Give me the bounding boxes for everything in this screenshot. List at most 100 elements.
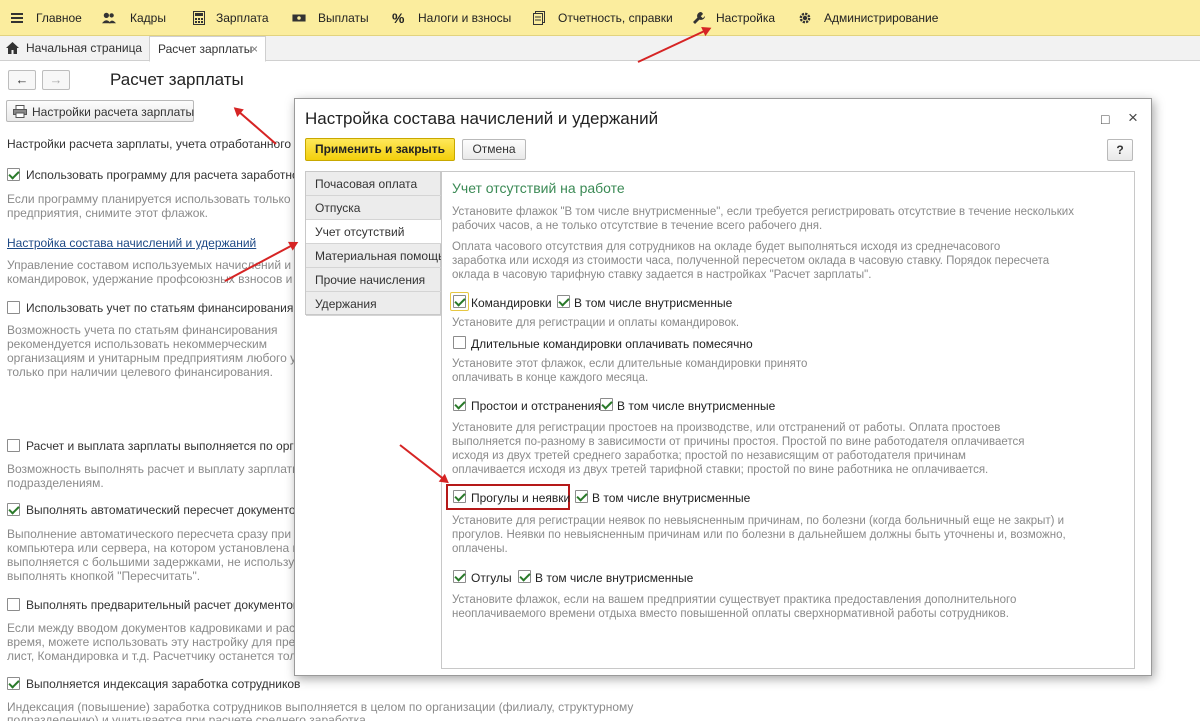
long-trips-label: Длительные командировки оплачивать помес…: [471, 337, 753, 351]
back-button[interactable]: ←: [8, 70, 36, 90]
by-divisions-checkbox[interactable]: [7, 439, 20, 452]
pay-note: заработка или исходя из стоимости часа, …: [452, 255, 1050, 267]
menu-label: Кадры: [130, 11, 166, 25]
tab-hourly-pay[interactable]: Почасовая оплата: [306, 172, 442, 196]
forward-arrow-icon: →: [49, 72, 63, 87]
apply-close-button[interactable]: Применить и закрыть: [305, 138, 455, 161]
trips-intra-checkbox[interactable]: [557, 295, 570, 308]
close-tab-icon[interactable]: ×: [251, 37, 258, 62]
composition-settings-link[interactable]: Настройка состава начислений и удержаний: [7, 236, 294, 250]
idle-hint: исходя из двух третей среднего заработка…: [452, 450, 966, 462]
absence-label: Прогулы и неявки: [471, 491, 571, 505]
use-program-checkbox[interactable]: [7, 168, 20, 181]
percent-icon: %: [392, 10, 405, 26]
idle-intra-label: В том числе внутрисменные: [617, 399, 776, 413]
financing-hint: только при наличии целевого финансирован…: [7, 365, 273, 379]
main-menu-bar: Главное Кадры Зарплата Выплаты % Налоги …: [0, 0, 1200, 36]
idle-hint: Установите для регистрации простоев на п…: [452, 422, 1001, 434]
dialog-title: Настройка состава начислений и удержаний: [305, 109, 659, 128]
wrench-icon: [693, 12, 705, 24]
tab-salary-calc[interactable]: Расчет зарплаты ×: [149, 36, 266, 62]
cancel-button[interactable]: Отмена: [462, 139, 526, 160]
composition-hint: командировок, удержание профсоюзных взно…: [7, 272, 294, 286]
prelim-calc-hint: Если между вводом документов кадровиками…: [7, 621, 294, 635]
panel-title: Учет отсутствий на работе: [452, 180, 625, 196]
dialog-section-tabs: Почасовая оплата Отпуска Учет отсутствий…: [305, 171, 444, 316]
back-arrow-icon: ←: [15, 72, 29, 87]
intro-text: Настройки расчета зарплаты, учета отрабо…: [7, 137, 294, 151]
use-program-label: Использовать программу для расчета зараб…: [26, 168, 294, 182]
financing-label: Использовать учет по статьям финансирова…: [26, 301, 294, 315]
pay-note: оклада в часовую тарифную ставку задаетс…: [452, 269, 872, 281]
menu-label: Настройка: [716, 11, 776, 25]
trips-hint: Установите для регистрации и оплаты кома…: [452, 317, 740, 329]
hamburger-icon: [11, 13, 23, 23]
use-program-hint: Если программу планируется использовать …: [7, 192, 294, 206]
forward-button[interactable]: →: [42, 70, 70, 90]
indexation-checkbox[interactable]: [7, 677, 20, 690]
gear-icon: [799, 12, 811, 24]
auto-recalc-hint: Выполнение автоматического пересчета сра…: [7, 527, 294, 541]
idle-checkbox[interactable]: [453, 398, 466, 411]
panel-intro: рабочих часов, а не только отсутствие в …: [452, 220, 823, 232]
indexation-label: Выполняется индексация заработка сотрудн…: [26, 677, 301, 691]
menu-label: Администрирование: [824, 11, 939, 25]
salary-settings-button[interactable]: Настройки расчета зарплаты: [6, 100, 194, 122]
timeoff-label: Отгулы: [471, 571, 512, 585]
prelim-calc-hint: время, можете использовать эту настройку…: [7, 635, 294, 649]
timeoff-intra-checkbox[interactable]: [518, 570, 531, 583]
people-icon: [102, 12, 116, 24]
help-button[interactable]: ?: [1107, 139, 1133, 161]
tab-other-accruals[interactable]: Прочие начисления: [306, 268, 442, 292]
by-divisions-hint: Возможность выполнять расчет и выплату з…: [7, 462, 294, 476]
pay-note: Оплата часового отсутствия для сотрудник…: [452, 241, 1001, 253]
long-trips-hint: Установите этот флажок, если длительные …: [452, 358, 808, 370]
financing-hint: Возможность учета по статьям финансирова…: [7, 323, 278, 337]
absences-panel: Учет отсутствий на работе Установите фла…: [441, 171, 1135, 669]
timeoff-hint: Установите флажок, если на вашем предпри…: [452, 594, 1017, 606]
idle-hint: выполняется по-разному в зависимости от …: [452, 436, 1025, 448]
trips-intra-label: В том числе внутрисменные: [574, 296, 733, 310]
absence-hint: оплачены.: [452, 543, 508, 555]
auto-recalc-label: Выполнять автоматический пересчет докуме…: [26, 503, 294, 517]
idle-intra-checkbox[interactable]: [600, 398, 613, 411]
prelim-calc-label: Выполнять предварительный расчет докумен…: [26, 598, 294, 612]
tab-absences[interactable]: Учет отсутствий: [306, 220, 443, 244]
tab-current-label: Расчет зарплаты: [158, 42, 253, 56]
financing-hint: организациям и унитарным предприятиям лю…: [7, 351, 294, 365]
menu-label: Зарплата: [216, 11, 269, 25]
prelim-calc-checkbox[interactable]: [7, 598, 20, 611]
by-divisions-hint: подразделениям.: [7, 476, 104, 490]
timeoff-hint: неоплачиваемого времени отдыха вместо по…: [452, 608, 1009, 620]
tab-material-aid[interactable]: Материальная помощь: [306, 244, 444, 268]
calculator-icon: [193, 11, 205, 25]
auto-recalc-checkbox[interactable]: [7, 503, 20, 516]
financing-checkbox[interactable]: [7, 301, 20, 314]
menu-label: Налоги и взносы: [418, 11, 512, 25]
money-icon: [292, 14, 306, 22]
home-icon: [6, 42, 19, 54]
trips-checkbox[interactable]: [453, 295, 466, 308]
timeoff-checkbox[interactable]: [453, 570, 466, 583]
by-divisions-label: Расчет и выплата зарплаты выполняется по…: [26, 439, 294, 453]
close-dialog-icon[interactable]: ×: [1128, 108, 1138, 128]
page-title: Расчет зарплаты: [110, 70, 244, 89]
absence-intra-checkbox[interactable]: [575, 490, 588, 503]
tab-vacations[interactable]: Отпуска: [306, 196, 442, 220]
auto-recalc-hint: выполняется с большими задержками, не ис…: [7, 555, 294, 569]
trips-label: Командировки: [471, 296, 552, 310]
absence-hint: Установите для регистрации неявок по нев…: [452, 515, 1065, 527]
auto-recalc-hint: выполнять кнопкой "Пересчитать".: [7, 569, 201, 583]
absence-checkbox[interactable]: [453, 490, 466, 503]
indexation-hint: подразделению) и учитывается при расчете…: [7, 713, 370, 721]
panel-intro: Установите флажок "В том числе внутрисме…: [452, 206, 1074, 218]
maximize-icon[interactable]: □: [1101, 111, 1109, 127]
tab-deductions[interactable]: Удержания: [306, 292, 442, 316]
idle-hint: оплачивается исходя из двух третей тариф…: [452, 464, 989, 476]
long-trips-checkbox[interactable]: [453, 336, 466, 349]
menu-label: Выплаты: [318, 11, 369, 25]
menu-label: Главное: [36, 11, 82, 25]
long-trips-hint: оплачивать в конце каждого месяца.: [452, 372, 649, 384]
report-icon: [533, 11, 545, 25]
auto-recalc-hint: компьютера или сервера, на котором устан…: [7, 541, 294, 555]
